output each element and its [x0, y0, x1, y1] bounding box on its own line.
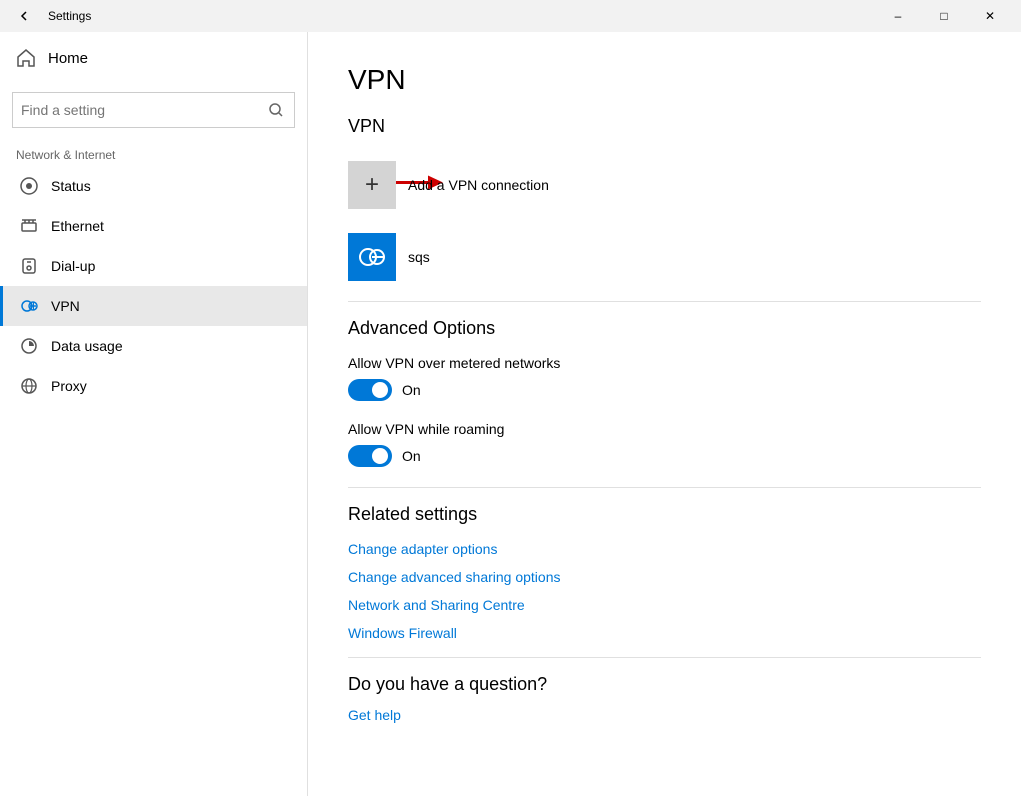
- sidebar-item-status[interactable]: Status: [0, 166, 307, 206]
- maximize-button[interactable]: □: [921, 0, 967, 32]
- window-title: Settings: [48, 9, 91, 23]
- home-icon: [16, 48, 36, 68]
- sidebar: Home Network & Internet Status: [0, 32, 308, 796]
- datausage-icon: [19, 336, 39, 356]
- page-title: VPN: [348, 64, 981, 96]
- toggle-metered-track: [348, 379, 392, 401]
- toggle-roaming-thumb: [372, 448, 388, 464]
- search-button[interactable]: [258, 93, 294, 127]
- toggle-metered-thumb: [372, 382, 388, 398]
- window-controls: – □ ✕: [875, 0, 1013, 32]
- link-change-adapter[interactable]: Change adapter options: [348, 541, 981, 557]
- sidebar-item-datausage[interactable]: Data usage: [0, 326, 307, 366]
- toggle-metered-switch[interactable]: [348, 379, 392, 401]
- sidebar-item-vpn-label: VPN: [51, 298, 80, 314]
- link-change-sharing[interactable]: Change advanced sharing options: [348, 569, 981, 585]
- vpn-item-label: sqs: [408, 249, 430, 265]
- advanced-options-title: Advanced Options: [348, 318, 981, 339]
- add-vpn-icon: +: [348, 161, 396, 209]
- link-network-sharing-centre[interactable]: Network and Sharing Centre: [348, 597, 981, 613]
- titlebar: Settings – □ ✕: [0, 0, 1021, 32]
- ethernet-icon: [19, 216, 39, 236]
- get-help-link[interactable]: Get help: [348, 707, 981, 723]
- toggle-roaming-track: [348, 445, 392, 467]
- sidebar-item-dialup-label: Dial-up: [51, 258, 95, 274]
- sidebar-item-vpn[interactable]: VPN: [0, 286, 307, 326]
- sidebar-item-dialup[interactable]: Dial-up: [0, 246, 307, 286]
- vpn-item-sqs[interactable]: sqs: [348, 229, 981, 285]
- toggle-metered-label: Allow VPN over metered networks: [348, 355, 981, 371]
- search-box: [12, 92, 295, 128]
- dialup-icon: [19, 256, 39, 276]
- add-vpn-button[interactable]: + Add a VPN connection: [348, 153, 549, 217]
- close-button[interactable]: ✕: [967, 0, 1013, 32]
- titlebar-left: Settings: [8, 0, 91, 32]
- app-container: Home Network & Internet Status: [0, 32, 1021, 796]
- toggle-roaming-row: Allow VPN while roaming On: [348, 421, 981, 467]
- minimize-button[interactable]: –: [875, 0, 921, 32]
- add-vpn-label: Add a VPN connection: [408, 177, 549, 193]
- toggle-metered-value: On: [402, 382, 421, 398]
- sidebar-item-ethernet-label: Ethernet: [51, 218, 104, 234]
- status-icon: [19, 176, 39, 196]
- toggle-roaming-value: On: [402, 448, 421, 464]
- content-area: VPN VPN + Add a VPN connection: [308, 32, 1021, 796]
- vpn-icon: [19, 296, 39, 316]
- related-settings-title: Related settings: [348, 504, 981, 525]
- toggle-roaming-switch[interactable]: [348, 445, 392, 467]
- link-windows-firewall[interactable]: Windows Firewall: [348, 625, 981, 641]
- sidebar-item-status-label: Status: [51, 178, 91, 194]
- home-label: Home: [48, 50, 88, 67]
- divider-3: [348, 657, 981, 658]
- toggle-roaming-label: Allow VPN while roaming: [348, 421, 981, 437]
- divider-2: [348, 487, 981, 488]
- divider: [348, 301, 981, 302]
- vpn-section-title: VPN: [348, 116, 981, 137]
- toggle-metered-container: On: [348, 379, 981, 401]
- sidebar-item-datausage-label: Data usage: [51, 338, 123, 354]
- sidebar-item-proxy[interactable]: Proxy: [0, 366, 307, 406]
- toggle-metered-row: Allow VPN over metered networks On: [348, 355, 981, 401]
- toggle-roaming-container: On: [348, 445, 981, 467]
- sidebar-item-ethernet[interactable]: Ethernet: [0, 206, 307, 246]
- question-title: Do you have a question?: [348, 674, 981, 695]
- home-button[interactable]: Home: [0, 32, 307, 84]
- back-button[interactable]: [8, 0, 40, 32]
- sidebar-item-proxy-label: Proxy: [51, 378, 87, 394]
- nav-category: Network & Internet: [0, 140, 307, 166]
- proxy-icon: [19, 376, 39, 396]
- vpn-item-icon: [348, 233, 396, 281]
- search-input[interactable]: [13, 102, 258, 118]
